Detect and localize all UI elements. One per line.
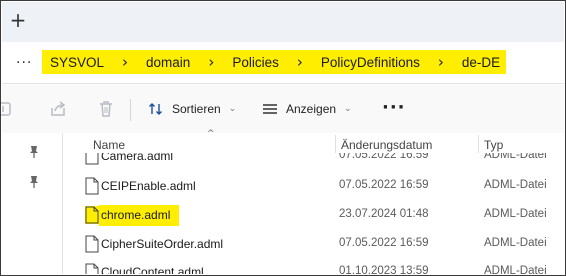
column-separator[interactable]: [335, 135, 336, 153]
view-icon: [262, 101, 278, 117]
breadcrumb-item-domain[interactable]: domain: [128, 55, 190, 70]
sort-ascending-icon: ^: [207, 129, 215, 139]
file-row[interactable]: CEIPEnable.adml 07.05.2022 16:59 ADML-Da…: [63, 173, 564, 201]
file-type: ADML-Datei: [484, 153, 547, 161]
column-header-date[interactable]: Änderungsdatum: [341, 138, 432, 152]
file-row[interactable]: CipherSuiteOrder.adml 07.05.2022 16:59 A…: [63, 231, 564, 259]
chevron-right-icon[interactable]: ›: [420, 53, 444, 71]
pin-icon[interactable]: [28, 145, 40, 159]
file-type: ADML-Datei: [484, 265, 547, 274]
column-header-name[interactable]: Name: [93, 138, 125, 152]
sort-label: Sortieren: [172, 102, 221, 116]
file-icon: [85, 263, 99, 274]
view-label: Anzeigen: [286, 102, 337, 116]
breadcrumb-item-policies[interactable]: Policies: [214, 55, 279, 70]
file-type: ADML-Datei: [484, 179, 547, 191]
toolbar-divider: [130, 99, 131, 121]
file-date: 07.05.2022 16:59: [339, 237, 429, 249]
file-date: 07.05.2022 16:59: [339, 179, 429, 191]
breadcrumb-overflow-button[interactable]: ···: [16, 55, 32, 71]
file-date: 07.05.2022 16:59: [339, 153, 429, 161]
delete-icon[interactable]: [96, 99, 116, 119]
file-icon: [85, 235, 99, 253]
chevron-right-icon[interactable]: ›: [279, 53, 303, 71]
file-icon: [84, 205, 100, 225]
address-bar: ··· SYSVOL › domain › Policies › PolicyD…: [2, 42, 564, 84]
chevron-down-icon: ⌄: [344, 104, 352, 114]
column-separator[interactable]: [478, 135, 479, 153]
file-icon: [85, 177, 99, 195]
file-icon: [85, 153, 99, 165]
sort-icon: [148, 101, 164, 117]
navigation-pane: [2, 133, 62, 274]
sort-button[interactable]: Sortieren ⌄: [148, 97, 236, 121]
file-name: CloudContent.adml: [101, 265, 204, 274]
file-name: chrome.adml: [99, 205, 180, 226]
pin-icon[interactable]: [28, 175, 40, 189]
file-type: ADML-Datei: [484, 208, 547, 220]
breadcrumb-item-de-de[interactable]: de-DE: [444, 55, 500, 70]
column-header-row: ^ Name Änderungsdatum Typ: [63, 129, 564, 153]
file-row[interactable]: CloudContent.adml 01.10.2023 13:59 ADML-…: [63, 259, 564, 274]
tab-bar: +: [2, 2, 564, 42]
file-type: ADML-Datei: [484, 237, 547, 249]
file-name: Camera.adml: [101, 153, 174, 163]
chevron-down-icon: ⌄: [228, 104, 237, 114]
view-button[interactable]: Anzeigen ⌄: [262, 97, 352, 121]
breadcrumb-item-policydefinitions[interactable]: PolicyDefinitions: [303, 55, 420, 70]
file-row-highlighted[interactable]: chrome.adml 23.07.2024 01:48 ADML-Datei: [63, 202, 564, 230]
more-options-button[interactable]: ···: [382, 97, 406, 118]
file-list: Camera.adml 07.05.2022 16:59 ADML-Datei …: [63, 153, 564, 274]
chevron-right-icon[interactable]: ›: [190, 53, 214, 71]
new-tab-button[interactable]: +: [8, 10, 28, 30]
file-explorer-window: + ··· SYSVOL › domain › Policies › Polic…: [0, 0, 566, 276]
command-bar: Sortieren ⌄ Anzeigen ⌄ ···: [1, 85, 564, 133]
file-name: CEIPEnable.adml: [101, 179, 196, 193]
file-date: 01.10.2023 13:59: [339, 265, 429, 274]
rename-icon[interactable]: [1, 99, 16, 119]
breadcrumb-item-sysvol[interactable]: SYSVOL: [42, 55, 104, 70]
breadcrumb: SYSVOL › domain › Policies › PolicyDefin…: [42, 50, 506, 74]
chevron-right-icon[interactable]: ›: [104, 53, 128, 71]
share-icon[interactable]: [48, 99, 68, 119]
file-row[interactable]: Camera.adml 07.05.2022 16:59 ADML-Datei: [63, 153, 564, 171]
file-date: 23.07.2024 01:48: [339, 208, 429, 220]
name-highlight: chrome.adml: [99, 205, 180, 226]
column-header-type[interactable]: Typ: [484, 138, 503, 152]
file-name: CipherSuiteOrder.adml: [101, 237, 224, 251]
